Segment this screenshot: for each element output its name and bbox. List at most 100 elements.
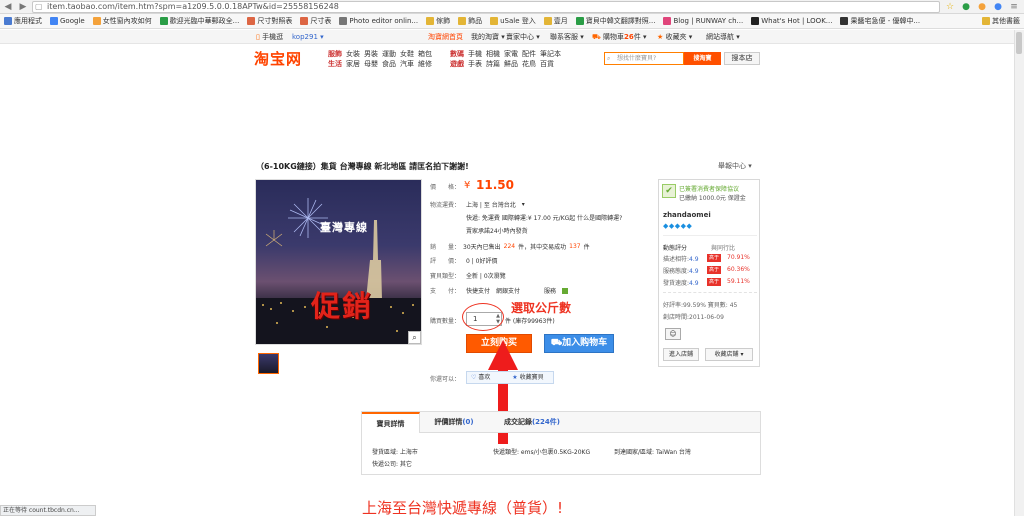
bookmark-favicon-icon — [300, 17, 309, 25]
bookmark-favicon-icon — [426, 17, 435, 25]
bookmark-item[interactable]: What's Hot | LOOK... — [751, 17, 832, 25]
category-link[interactable]: 維修 — [418, 60, 432, 68]
category-heading[interactable]: 遊戲 — [450, 59, 464, 69]
deposit-text: 已繳納 1000.0元 保證金 — [679, 195, 746, 202]
category-link[interactable]: 鮮品 — [504, 60, 518, 68]
product-thumbnail[interactable] — [258, 353, 279, 374]
attr-express-type: 快遞類型: ems/小包裹0.5KG-20KG — [493, 449, 591, 456]
tab-reviews[interactable]: 評價詳情(0) — [420, 412, 488, 433]
product-main-image[interactable]: 臺灣專線 促銷 ⌕ — [255, 179, 422, 345]
bookmark-item[interactable]: 歡迎光臨中華郵政全... — [159, 16, 239, 26]
back-arrow-icon[interactable]: ◀ — [2, 1, 14, 13]
bookmark-item[interactable]: 應用程式 — [4, 16, 42, 26]
bookmark-item[interactable]: 壹月 — [543, 16, 568, 26]
mobile-link[interactable]: ▯ 手機逛 — [256, 30, 283, 44]
diamond-rating-icon: ◆◆◆◆◆ — [663, 222, 693, 230]
item-attributes: 發貨區域: 上海市 快遞類型: ems/小包裹0.5KG-20KG 到達國家/區… — [361, 433, 761, 475]
extension-2-icon[interactable]: ● — [976, 1, 988, 13]
add-to-cart-button[interactable]: ⛟加入购物车 — [544, 334, 614, 353]
compare-title: 與同行比 — [711, 245, 736, 252]
bookmark-item[interactable]: Google — [50, 17, 85, 25]
menu-icon[interactable]: ≡ — [1008, 1, 1020, 13]
bookmark-item[interactable]: 尺寸對照表 — [247, 16, 292, 26]
url-bar[interactable]: ▢ item.taobao.com/item.htm?spm=a1z09.5.0… — [32, 1, 940, 13]
collect-shop-button[interactable]: 收藏店鋪 ▾ — [705, 348, 753, 361]
category-group-1: 服飾 女裝 男裝 運動 女鞋 箱包 生活 家居 母嬰 食品 汽車 維修 — [328, 49, 436, 69]
category-link[interactable]: 百貨 — [540, 60, 554, 68]
search-taobao-button[interactable]: 搜淘寶 — [684, 52, 721, 65]
shop-since: 創店時間:2011-06-09 — [663, 314, 724, 321]
chevron-down-icon[interactable]: ▾ — [522, 201, 525, 208]
home-link[interactable]: 淘寶網首頁 — [428, 30, 463, 44]
magnifier-icon[interactable]: ⌕ — [408, 331, 421, 344]
category-link[interactable]: 汽車 — [400, 60, 414, 68]
category-heading[interactable]: 數碼 — [450, 49, 464, 59]
bookmark-item[interactable]: 尺寸表 — [300, 16, 331, 26]
category-link[interactable]: 女裝 — [346, 50, 360, 58]
enter-shop-button[interactable]: 進入店鋪 — [663, 348, 699, 361]
bookmark-favicon-icon — [159, 17, 168, 25]
annotation-circle — [462, 303, 504, 331]
my-taobao-link[interactable]: 我的淘寶 ▾ — [471, 30, 505, 44]
bookmark-favicon-icon — [543, 17, 552, 25]
taobao-logo[interactable]: 淘宝网 — [254, 48, 302, 69]
extension-3-icon[interactable]: ● — [992, 1, 1004, 13]
forward-arrow-icon[interactable]: ▶ — [17, 1, 29, 13]
favorites-link[interactable]: ★ 收藏夾 ▾ — [657, 30, 692, 44]
category-link[interactable]: 男裝 — [364, 50, 378, 58]
category-link[interactable]: 詩篇 — [486, 60, 500, 68]
category-link[interactable]: 食品 — [382, 60, 396, 68]
description-headline: 上海至台灣快遞專線（普貨）! — [362, 499, 564, 516]
site-nav-link[interactable]: 網站導航 ▾ — [706, 30, 740, 44]
tab-records[interactable]: 成交記錄(224件) — [494, 412, 570, 433]
bookmark-item[interactable]: Photo editor onlin... — [339, 17, 418, 25]
bookmark-favicon-icon — [490, 17, 499, 25]
contact-link[interactable]: 聯系客服 ▾ — [550, 30, 584, 44]
category-link[interactable]: 家電 — [504, 50, 518, 58]
category-link[interactable]: 相機 — [486, 50, 500, 58]
bookmark-item[interactable]: 寶貝中韓文翻譯對照... — [575, 16, 655, 26]
cart-link[interactable]: ⛟ 購物車26件 ▾ — [592, 30, 647, 44]
seller-card: ✔ 已簽署消費者保障協议 已繳納 1000.0元 保證金 zhandaomei … — [658, 179, 760, 367]
collect-item-button[interactable]: 收藏寶貝 — [520, 374, 544, 381]
category-link[interactable]: 手表 — [468, 60, 482, 68]
bookmark-favicon-icon — [575, 17, 584, 25]
search-input[interactable]: ⌕ 想找什麼寶貝? — [604, 52, 684, 65]
category-heading[interactable]: 生活 — [328, 59, 342, 69]
page-scrollbar[interactable] — [1014, 30, 1024, 516]
category-group-2: 數碼 手機 相機 家電 配件 筆記本 遊戲 手表 詩篇 鮮品 花鳥 百貨 — [450, 49, 565, 69]
category-link[interactable]: 筆記本 — [540, 50, 561, 58]
category-link[interactable]: 女鞋 — [400, 50, 414, 58]
bookmark-item[interactable]: Blog | RUNWAY ch... — [663, 17, 743, 25]
seller-center-link[interactable]: 賣家中心 ▾ — [506, 30, 540, 44]
bookmark-item[interactable]: 其他書籤 — [982, 16, 1020, 26]
protection-text[interactable]: 已簽署消費者保障協议 — [679, 184, 739, 193]
bookmark-item[interactable]: 飾品 — [458, 16, 482, 26]
extension-icon[interactable]: ● — [960, 1, 972, 13]
category-link[interactable]: 配件 — [522, 50, 536, 58]
star-bookmark-icon[interactable]: ☆ — [944, 1, 956, 13]
report-link[interactable]: 舉報中心 ▾ — [718, 161, 752, 171]
category-link[interactable]: 母嬰 — [364, 60, 378, 68]
tab-details[interactable]: 寶貝詳情 — [362, 412, 420, 433]
category-link[interactable]: 手機 — [468, 50, 482, 58]
category-link[interactable]: 箱包 — [418, 50, 432, 58]
scrollbar-thumb[interactable] — [1016, 32, 1022, 54]
bookmark-item[interactable]: uSale 登入 — [490, 16, 536, 26]
bookmark-item[interactable]: 女性窗內攻如何 — [92, 16, 152, 26]
payment-row: 支 付： 快捷支付 網銀支付 服務 — [430, 286, 569, 295]
like-button[interactable]: 喜欢 — [478, 374, 490, 381]
bookmark-item[interactable]: 傢飾 — [426, 16, 450, 26]
category-link[interactable]: 運動 — [382, 50, 396, 58]
chat-icon[interactable]: ☺ — [665, 328, 681, 340]
bookmark-item[interactable]: 果醬宅急便 - 優韓中... — [840, 16, 920, 26]
category-link[interactable]: 花鳥 — [522, 60, 536, 68]
service-link[interactable]: 服務 — [544, 286, 556, 295]
category-heading[interactable]: 服飾 — [328, 49, 342, 59]
category-link[interactable]: 家居 — [346, 60, 360, 68]
quantity-label: 購買數量： — [430, 318, 461, 325]
shield-icon: ✔ — [662, 184, 676, 198]
seller-name[interactable]: zhandaomei — [663, 211, 711, 219]
search-shop-button[interactable]: 搜本店 — [724, 52, 760, 65]
user-link[interactable]: kop291 ▾ — [292, 30, 324, 44]
